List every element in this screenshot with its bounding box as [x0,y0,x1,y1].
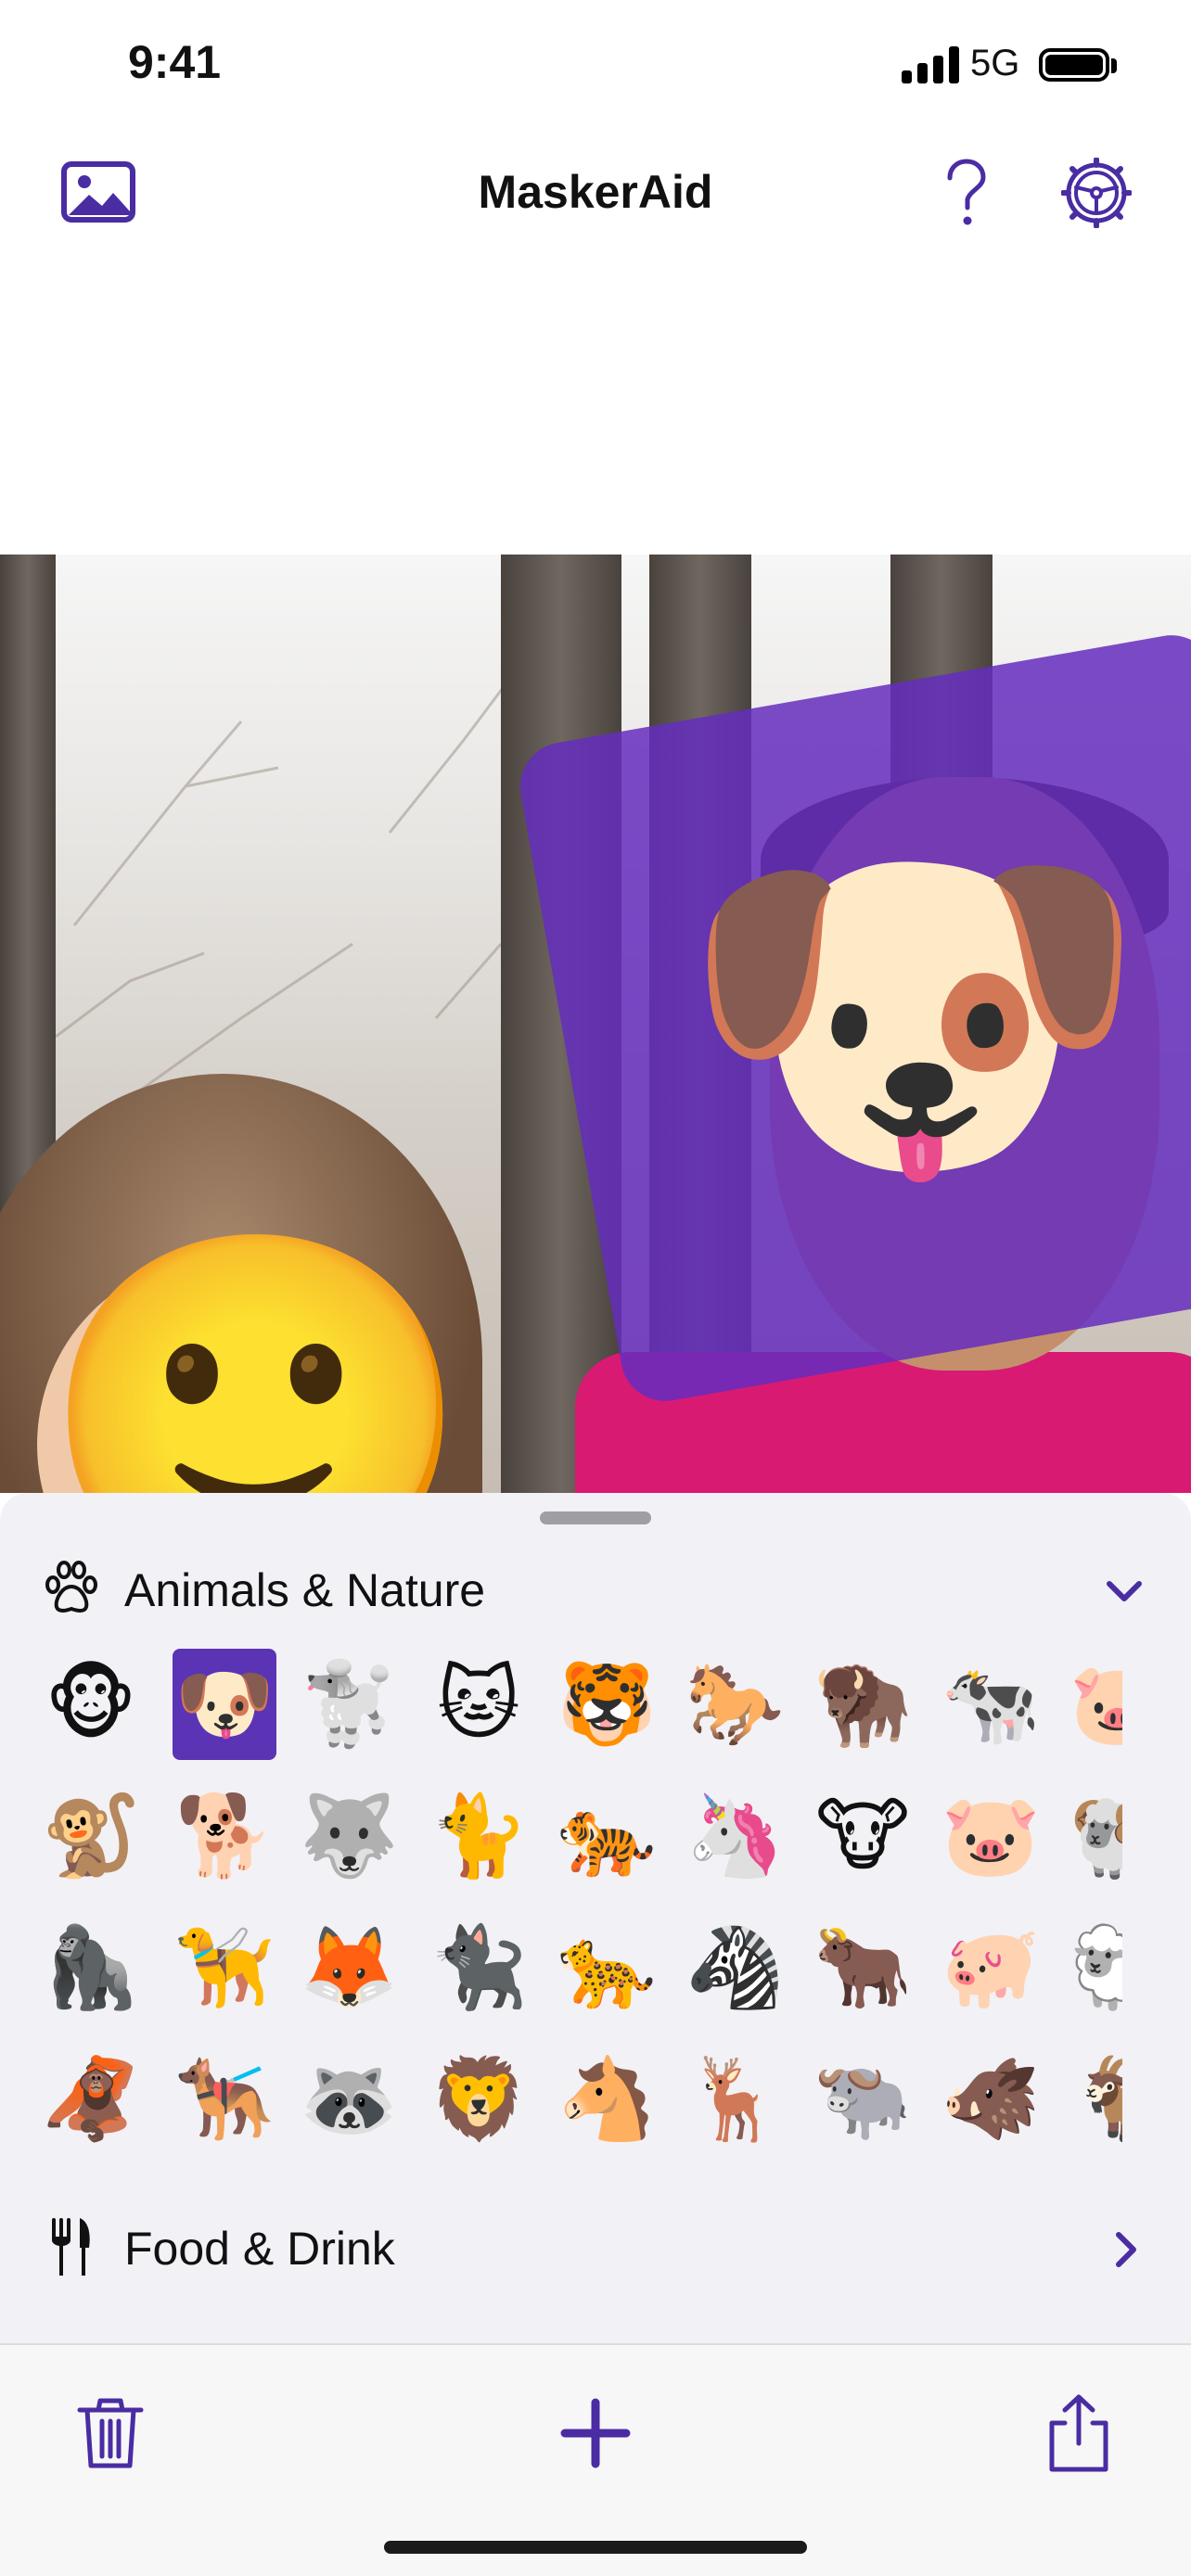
home-indicator [384,2541,807,2554]
emoji-cell[interactable]: 🐃 [811,2044,915,2155]
help-button[interactable] [942,158,989,232]
dog-face-mask[interactable]: 🐶 [677,823,1151,1204]
trash-icon [77,2398,144,2468]
emoji-cell[interactable]: 🐂 [811,1912,915,2023]
page-title: MaskerAid [478,166,713,218]
network-type: 5G [970,43,1020,83]
emoji-cell[interactable]: 🐕‍🦺 [173,2044,276,2155]
emoji-cell[interactable]: 🐺 [297,1780,401,1892]
emoji-row: 🐒 🐕 🐺 🐈 🐅 🦄 🐮 🐷 🐏 [39,1780,1122,1892]
emoji-cell[interactable]: 🦍 [39,1912,143,2023]
photo-canvas[interactable]: 🐶 🙂 [0,555,1191,1493]
status-bar: 9:41 5G [0,0,1191,139]
emoji-cell[interactable]: 🦝 [297,2044,401,2155]
paw-icon [39,1556,104,1621]
emoji-row: 🦍 🦮 🦊 🐈‍⬛ 🐆 🦓 🐂 🐖 🐑 [39,1912,1122,2023]
sheet-grabber[interactable] [540,1511,651,1524]
nav-bar: MaskerAid [0,139,1191,250]
chevron-down-icon[interactable] [1096,1563,1152,1619]
fork-knife-icon [39,2214,104,2279]
add-button[interactable] [554,2391,637,2475]
plus-icon [560,2398,631,2468]
emoji-row: 🐵 🐶 🐩 🐱 🐯 🐎 🦬 🐄 🐷 [39,1649,1122,1760]
emoji-cell[interactable]: 🐕 [173,1780,276,1892]
smiley-face-mask[interactable]: 🙂 [37,1241,476,1494]
emoji-cell[interactable]: 🦌 [683,2044,787,2155]
emoji-cell[interactable]: 🦓 [683,1912,787,2023]
cellular-signal-icon [902,46,959,83]
emoji-cell[interactable]: 🐗 [939,2044,1043,2155]
emoji-cell[interactable]: 🦮 [173,1912,276,2023]
emoji-cell[interactable]: 🐒 [39,1780,143,1892]
section-animals-nature[interactable]: Animals & Nature [39,1547,1152,1630]
emoji-cell[interactable]: 🦁 [427,2044,531,2155]
emoji-cell[interactable]: 🦬 [811,1649,915,1760]
emoji-cell[interactable]: 🐖 [939,1912,1043,2023]
share-button[interactable] [1037,2391,1121,2475]
gear-steering-icon [1060,157,1133,229]
emoji-cell[interactable]: 🐅 [555,1780,659,1892]
emoji-cell[interactable]: 🐷 [939,1780,1043,1892]
emoji-cell[interactable]: 🐆 [555,1912,659,2023]
emoji-cell[interactable]: 🐐 [1067,2044,1122,2155]
emoji-row: 🦧 🐕‍🦺 🦝 🦁 🐴 🦌 🐃 🐗 🐐 [39,2044,1122,2155]
chevron-right-icon[interactable] [1096,2222,1152,2277]
share-icon [1049,2394,1108,2472]
emoji-cell[interactable]: 🐴 [555,2044,659,2155]
section-label: Food & Drink [124,2223,395,2275]
battery-icon [1039,48,1109,82]
emoji-cell[interactable]: 🐈‍⬛ [427,1912,531,2023]
emoji-cell[interactable]: 🐎 [683,1649,787,1760]
emoji-cell[interactable]: 🐑 [1067,1912,1122,2023]
section-label: Animals & Nature [124,1564,486,1616]
emoji-cell[interactable]: 🦄 [683,1780,787,1892]
delete-button[interactable] [69,2391,152,2475]
emoji-cell-selected[interactable]: 🐶 [173,1649,276,1760]
emoji-cell[interactable]: 🐱 [427,1649,531,1760]
battery-tip [1111,58,1117,73]
emoji-cell[interactable]: 🐈 [427,1780,531,1892]
emoji-cell[interactable]: 🐯 [555,1649,659,1760]
section-food-drink[interactable]: Food & Drink [39,2205,1152,2289]
emoji-cell[interactable]: 🦊 [297,1912,401,2023]
emoji-cell[interactable]: 🐵 [39,1649,143,1760]
emoji-grid: 🐵 🐶 🐩 🐱 🐯 🐎 🦬 🐄 🐷 🐒 🐕 🐺 🐈 🐅 🦄 🐮 🐷 🐏 🦍 🦮 … [39,1649,1122,2168]
emoji-cell[interactable]: 🦧 [39,2044,143,2155]
emoji-cell[interactable]: 🐄 [939,1649,1043,1760]
emoji-cell[interactable]: 🐩 [297,1649,401,1760]
settings-button[interactable] [1060,157,1133,229]
emoji-cell[interactable]: 🐏 [1067,1780,1122,1892]
emoji-cell[interactable]: 🐮 [811,1780,915,1892]
question-mark-icon [947,159,986,225]
status-time: 9:41 [128,36,222,88]
emoji-cell[interactable]: 🐷 [1067,1649,1122,1760]
